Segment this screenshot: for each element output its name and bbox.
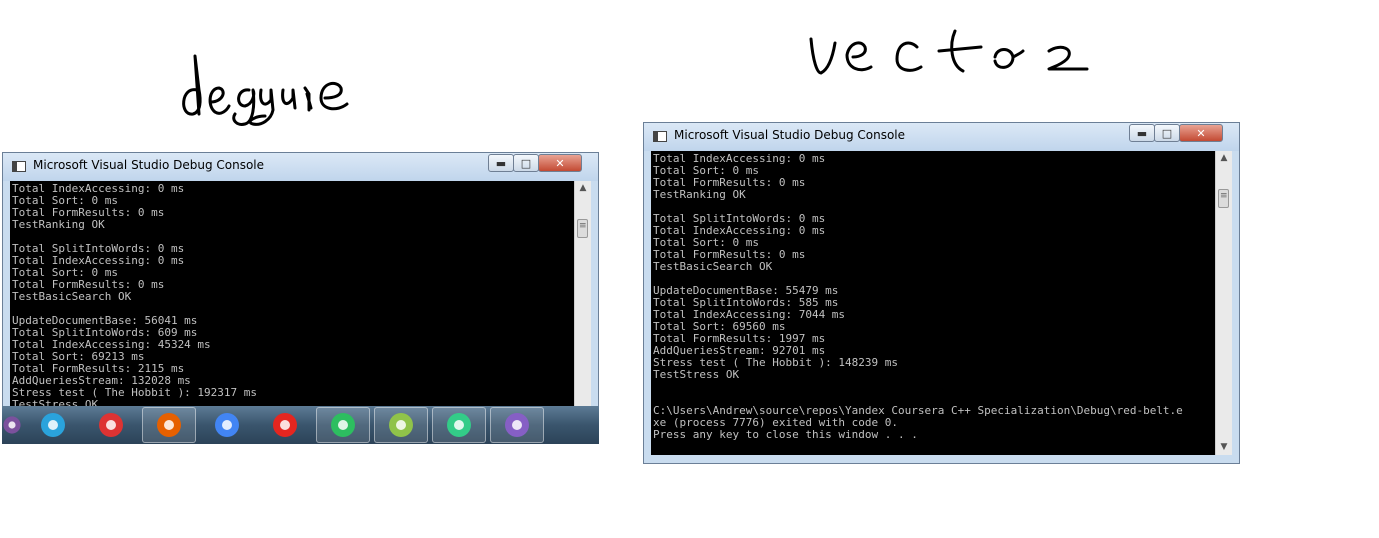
taskbar-button[interactable]	[84, 407, 138, 443]
scroll-up-arrow-icon[interactable]: ▲	[1216, 151, 1232, 166]
console-app-icon	[653, 131, 667, 142]
console-text: Total IndexAccessing: 0 ms Total Sort: 0…	[12, 182, 258, 408]
handwritten-label-vector: vector	[809, 29, 1089, 75]
yandex-browser-icon	[273, 413, 297, 437]
close-button[interactable]: ✕	[538, 154, 582, 172]
maximize-button[interactable]: □	[1154, 124, 1180, 142]
maximize-button[interactable]: □	[513, 154, 539, 172]
vertical-scrollbar[interactable]: ▲ ▼	[1215, 151, 1232, 455]
console-output-area[interactable]: Total IndexAccessing: 0 ms Total Sort: 0…	[10, 181, 574, 407]
windows-taskbar	[2, 406, 599, 444]
visual-studio-icon	[505, 413, 529, 437]
scroll-thumb[interactable]	[577, 219, 588, 238]
taskbar-button[interactable]	[490, 407, 544, 443]
close-button[interactable]: ✕	[1179, 124, 1223, 142]
telegram-icon	[41, 413, 65, 437]
window-title: Microsoft Visual Studio Debug Console	[33, 158, 265, 172]
taskbar-button[interactable]	[142, 407, 196, 443]
notepad-plus-plus-icon	[389, 413, 413, 437]
minimize-button[interactable]: ▬	[1129, 124, 1155, 142]
firefox-icon	[157, 413, 181, 437]
vertical-scrollbar[interactable]: ▲	[574, 181, 591, 407]
handwritten-label-deque: deque	[182, 54, 349, 126]
tools-app-icon	[99, 413, 123, 437]
title-bar[interactable]: Microsoft Visual Studio Debug Console ▬ …	[644, 123, 1239, 151]
console-output-area[interactable]: Total IndexAccessing: 0 ms Total Sort: 0…	[651, 151, 1215, 455]
title-bar[interactable]: Microsoft Visual Studio Debug Console ▬ …	[3, 153, 598, 181]
console-text: Total IndexAccessing: 0 ms Total Sort: 0…	[653, 152, 1183, 441]
scroll-down-arrow-icon[interactable]: ▼	[1216, 440, 1232, 455]
viber-icon	[3, 416, 21, 434]
console-app-icon	[12, 161, 26, 172]
scroll-up-arrow-icon[interactable]: ▲	[575, 181, 591, 196]
taskbar-button[interactable]	[258, 407, 312, 443]
taskbar-button[interactable]	[200, 407, 254, 443]
taskbar-button[interactable]	[374, 407, 428, 443]
minimize-button[interactable]: ▬	[488, 154, 514, 172]
right-console-window: Microsoft Visual Studio Debug Console ▬ …	[643, 122, 1240, 464]
chrome-icon	[215, 413, 239, 437]
taskbar-button[interactable]	[432, 407, 486, 443]
taskbar-button[interactable]	[26, 407, 80, 443]
evernote-icon	[331, 413, 355, 437]
taskbar-button[interactable]	[316, 407, 370, 443]
left-console-window: Microsoft Visual Studio Debug Console ▬ …	[2, 152, 599, 408]
taskbar-button[interactable]	[2, 407, 22, 443]
scroll-thumb[interactable]	[1218, 189, 1229, 208]
task-manager-icon	[447, 413, 471, 437]
window-title: Microsoft Visual Studio Debug Console	[674, 128, 906, 142]
